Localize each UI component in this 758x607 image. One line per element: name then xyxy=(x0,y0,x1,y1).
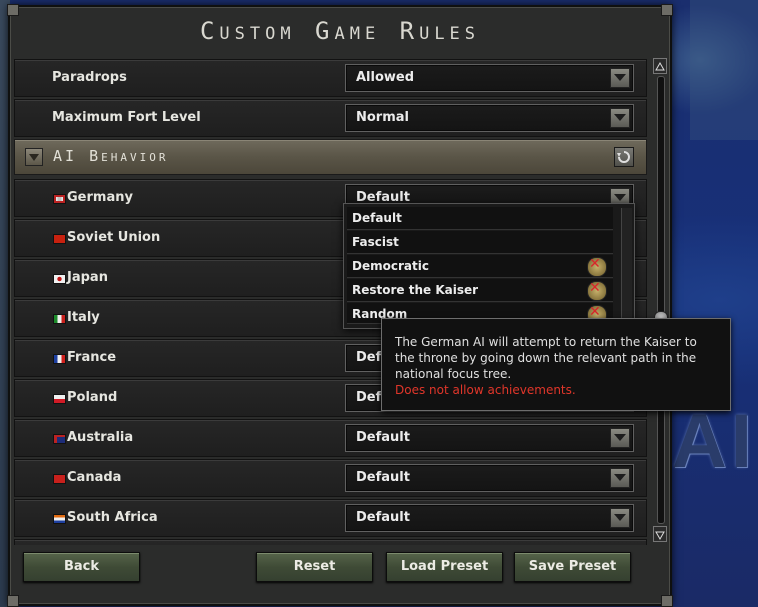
tooltip-text: The German AI will attempt to return the… xyxy=(395,334,720,398)
option-label: Restore the Kaiser xyxy=(352,283,479,297)
dropdown-value: Allowed xyxy=(356,70,415,85)
canada-flag-icon xyxy=(53,474,66,484)
chevron-down-icon[interactable] xyxy=(610,68,630,88)
option-fascist[interactable]: Fascist xyxy=(347,231,613,254)
canada-ai-dropdown[interactable]: Default xyxy=(345,464,634,492)
option-label: Fascist xyxy=(352,235,399,249)
germany-flag-icon xyxy=(53,194,66,204)
dropdown-value: Default xyxy=(356,470,410,485)
section-ai-behavior: AI Behavior xyxy=(14,139,647,175)
section-title: AI Behavior xyxy=(53,147,169,165)
country-label: Germany xyxy=(67,190,133,205)
achievement-blocked-icon: ✕ xyxy=(587,280,607,301)
soviet-union-flag-icon xyxy=(53,234,66,244)
option-label: Default xyxy=(352,211,402,225)
option-default[interactable]: Default xyxy=(347,207,613,230)
panel-title: Custom Game Rules xyxy=(199,17,481,45)
achievement-blocked-icon: ✕ xyxy=(587,256,607,277)
country-row-australia: Australia Default xyxy=(14,419,647,457)
country-row-south-africa: South Africa Default xyxy=(14,499,647,537)
panel-corner xyxy=(7,595,19,607)
country-label: Soviet Union xyxy=(67,230,161,245)
poland-flag-icon xyxy=(53,394,66,404)
popup-scrollbar[interactable] xyxy=(621,208,632,322)
panel-corner xyxy=(7,4,19,16)
rule-row-max-fort-level: Maximum Fort Level Normal xyxy=(14,99,647,137)
country-label: Canada xyxy=(67,470,122,485)
chevron-down-icon[interactable] xyxy=(610,468,630,488)
france-flag-icon xyxy=(53,354,66,364)
collapse-arrow-icon[interactable] xyxy=(25,148,43,166)
country-label: Poland xyxy=(67,390,118,405)
chevron-down-icon[interactable] xyxy=(610,108,630,128)
option-democratic[interactable]: Democratic ✕ xyxy=(347,255,613,278)
south-africa-ai-dropdown[interactable]: Default xyxy=(345,504,634,532)
germany-ai-options-popup: Default Fascist Democratic ✕ Restore the… xyxy=(343,203,635,329)
panel-corner xyxy=(661,595,673,607)
dropdown-value: Normal xyxy=(356,110,409,125)
tooltip-description: The German AI will attempt to return the… xyxy=(395,335,697,381)
dropdown-value: Default xyxy=(356,510,410,525)
load-preset-button[interactable]: Load Preset xyxy=(386,552,503,582)
rule-label: Paradrops xyxy=(52,70,127,85)
max-fort-level-dropdown[interactable]: Normal xyxy=(345,104,634,132)
chevron-down-icon[interactable] xyxy=(610,428,630,448)
rule-label: Maximum Fort Level xyxy=(52,110,201,125)
tooltip-warning: Does not allow achievements. xyxy=(395,383,576,397)
country-label: France xyxy=(67,350,117,365)
back-button[interactable]: Back xyxy=(23,552,140,582)
option-label: Democratic xyxy=(352,259,429,273)
country-label: Japan xyxy=(67,270,108,285)
chevron-down-icon[interactable] xyxy=(610,508,630,528)
scroll-track[interactable] xyxy=(657,76,665,524)
paradrops-dropdown[interactable]: Allowed xyxy=(345,64,634,92)
australia-ai-dropdown[interactable]: Default xyxy=(345,424,634,452)
option-restore-the-kaiser[interactable]: Restore the Kaiser ✕ xyxy=(347,279,613,302)
country-label: Australia xyxy=(67,430,134,445)
dropdown-value: Default xyxy=(356,430,410,445)
reset-icon[interactable] xyxy=(614,147,634,167)
japan-flag-icon xyxy=(53,274,66,284)
panel-corner xyxy=(661,4,673,16)
map-region xyxy=(690,0,758,140)
country-label: South Africa xyxy=(67,510,158,525)
scroll-down-icon[interactable] xyxy=(653,526,667,542)
australia-flag-icon xyxy=(53,434,66,444)
scroll-up-icon[interactable] xyxy=(653,58,667,74)
save-preset-button[interactable]: Save Preset xyxy=(514,552,631,582)
south-africa-flag-icon xyxy=(53,514,66,524)
option-tooltip: The German AI will attempt to return the… xyxy=(381,318,731,411)
map-country-label: AI xyxy=(672,399,756,484)
rules-scrollbar[interactable] xyxy=(653,58,668,542)
country-label: Italy xyxy=(67,310,100,325)
reset-button[interactable]: Reset xyxy=(256,552,373,582)
country-row-partial xyxy=(14,539,647,545)
italy-flag-icon xyxy=(53,314,66,324)
rule-row-paradrops: Paradrops Allowed xyxy=(14,59,647,97)
country-row-canada: Canada Default xyxy=(14,459,647,497)
